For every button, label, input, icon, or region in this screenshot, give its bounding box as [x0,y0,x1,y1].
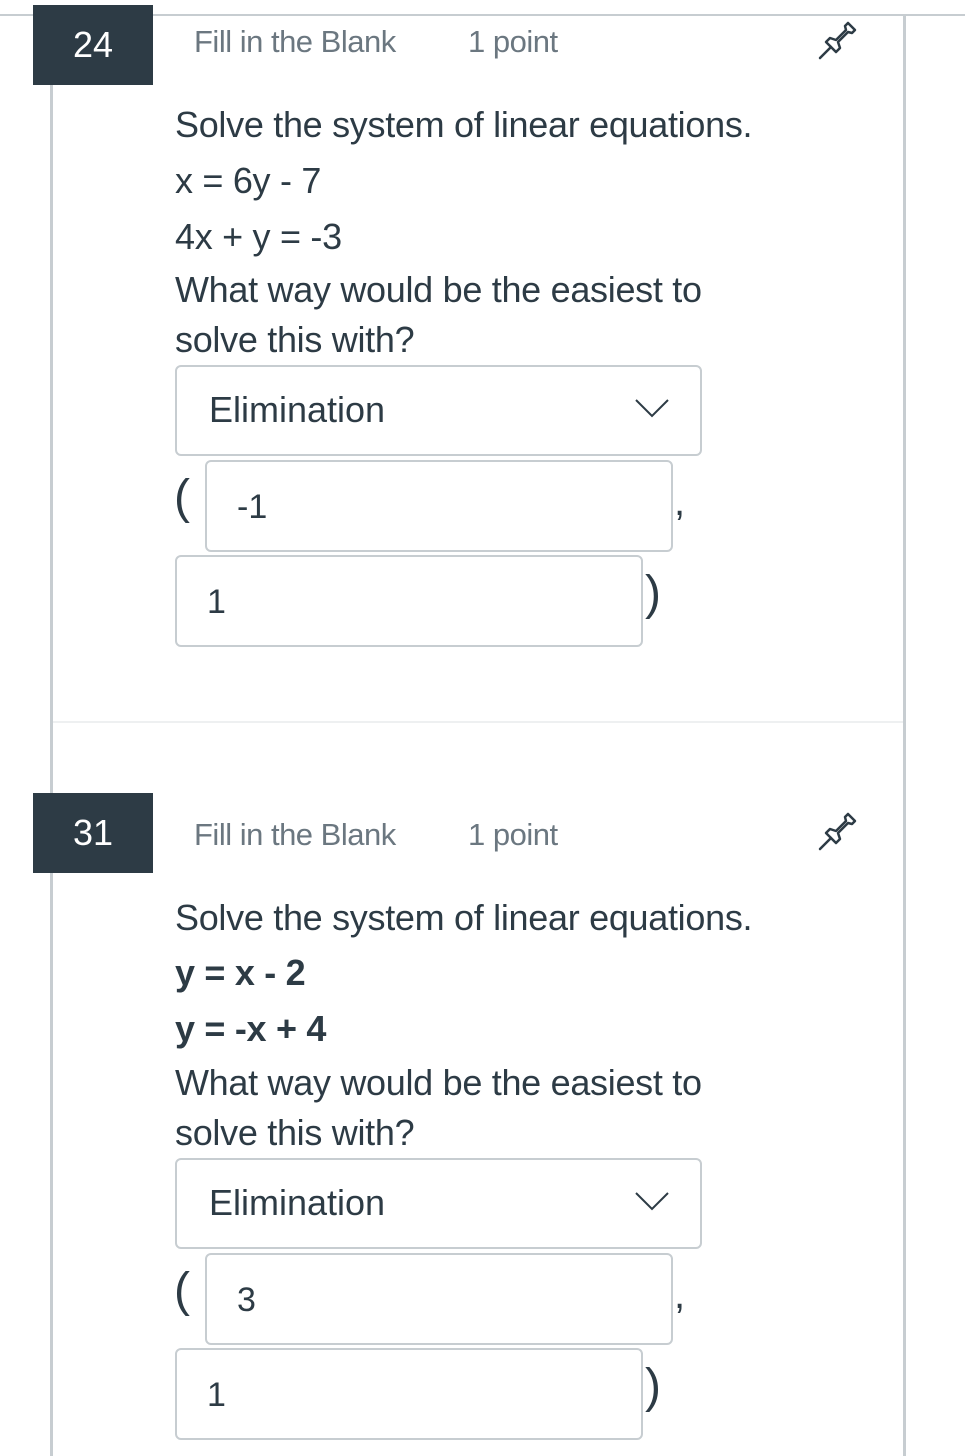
equation-2: y = -x + 4 [175,1008,327,1049]
y-value: 1 [207,583,226,621]
x-value: 3 [237,1281,256,1319]
question-text-line2: solve this with? [175,1112,415,1153]
y-value-input[interactable]: 1 [175,555,643,647]
x-value-input[interactable]: 3 [205,1253,673,1345]
equation-1: y = x - 2 [175,952,306,993]
equation-1: x = 6y - 7 [175,160,322,201]
open-paren: ( [174,471,190,524]
x-value: -1 [237,488,268,526]
question-number-badge: 31 [33,793,153,873]
close-paren: ) [645,567,661,620]
chevron-down-icon [635,399,669,418]
question-prompt: Solve the system of linear equations. [175,897,753,938]
y-value: 1 [207,1376,226,1414]
method-dropdown-value: Elimination [209,389,386,430]
pushpin-icon[interactable] [816,18,860,62]
open-paren: ( [174,1264,190,1317]
method-dropdown[interactable]: Elimination [175,1158,702,1249]
question-type: Fill in the Blank [194,817,396,852]
comma: , [674,480,686,524]
equation-2: 4x + y = -3 [175,216,342,257]
comma: , [674,1273,686,1317]
x-value-input[interactable]: -1 [205,460,673,552]
chevron-down-icon [635,1192,669,1211]
method-dropdown[interactable]: Elimination [175,365,702,456]
close-paren: ) [645,1360,661,1413]
method-dropdown-value: Elimination [209,1182,386,1223]
question-points: 1 point [468,24,558,59]
pushpin-icon[interactable] [816,809,860,853]
question-prompt: Solve the system of linear equations. [175,104,753,145]
question-number-badge: 24 [33,5,153,85]
question-divider [53,721,903,723]
question-text-line2: solve this with? [175,319,415,360]
question-text-line1: What way would be the easiest to [175,1062,702,1103]
question-text-line1: What way would be the easiest to [175,269,702,310]
y-value-input[interactable]: 1 [175,1348,643,1440]
question-points: 1 point [468,817,558,852]
question-type: Fill in the Blank [194,24,396,59]
